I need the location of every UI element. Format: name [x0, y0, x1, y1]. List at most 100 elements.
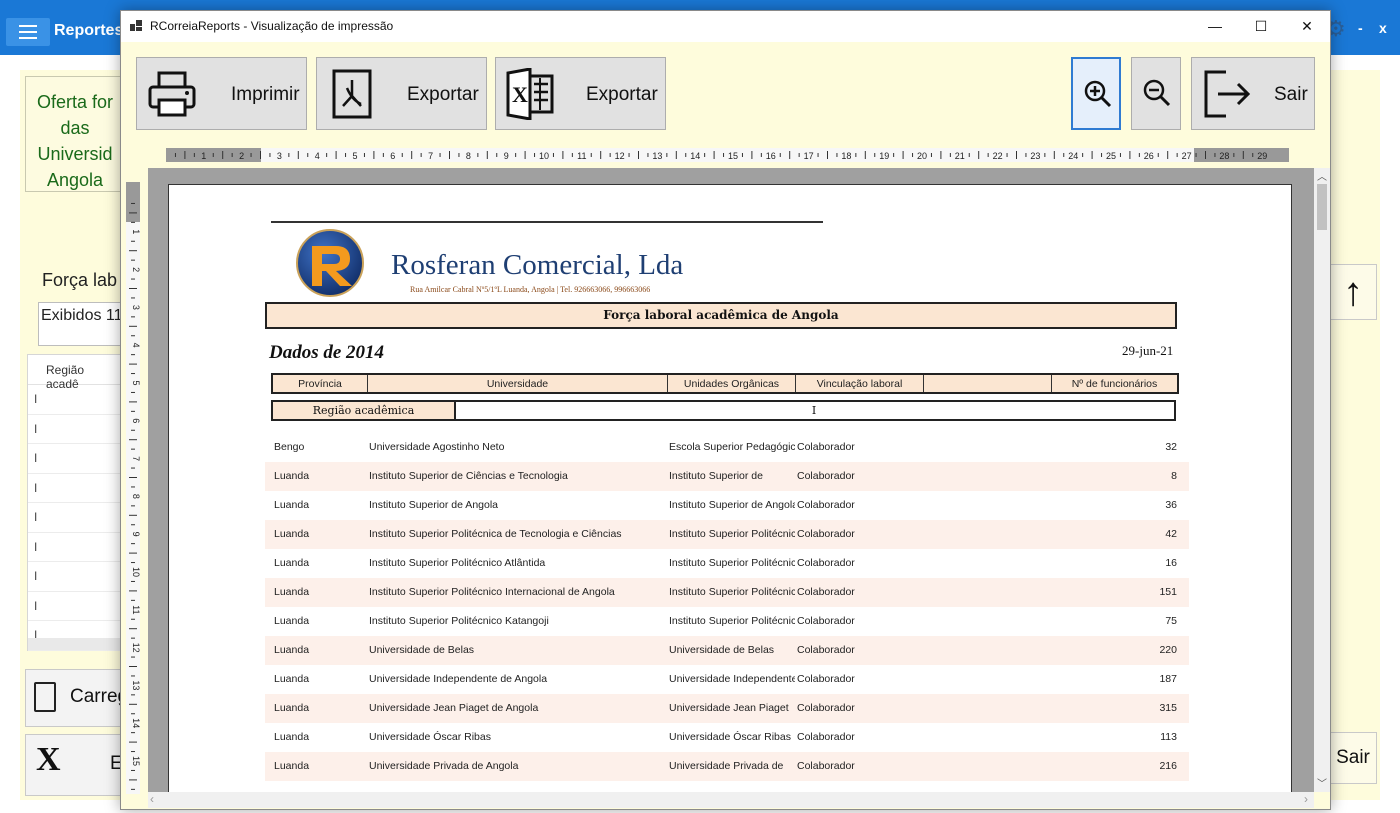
cell-provincia: Luanda — [274, 528, 310, 540]
ruler-label: 15 — [131, 756, 140, 766]
export-excel-label: Exportar — [586, 84, 658, 105]
table-header: Província Universidade Unidades Orgânica… — [271, 373, 1179, 394]
ruler-label: 26 — [1144, 151, 1154, 161]
ruler-label: 6 — [131, 418, 140, 423]
cell-vinculacao: Colaborador — [797, 586, 855, 598]
zoom-out-button[interactable] — [1131, 57, 1181, 130]
minimize-button[interactable]: — — [1192, 11, 1238, 42]
grid-row[interactable]: I — [28, 444, 128, 474]
cell-provincia: Luanda — [274, 470, 310, 482]
grid-row[interactable]: I — [28, 562, 128, 592]
exibidos-field: Exibidos 11 — [38, 302, 128, 346]
cell-unidade: Universidade Jean Piaget — [669, 702, 789, 714]
ruler-label: 20 — [917, 151, 927, 161]
scroll-right-icon[interactable]: › — [1304, 792, 1308, 806]
grid-row[interactable]: I — [28, 503, 128, 533]
ruler-label: 1 — [131, 229, 140, 234]
ruler-label: 13 — [131, 680, 140, 690]
carregar-button[interactable]: Carreg — [25, 669, 128, 727]
cell-vinculacao: Colaborador — [797, 644, 855, 656]
file-import-icon — [34, 682, 56, 712]
company-address: Rua Amilcar Cabral Nº5/1ºL Luanda, Angol… — [410, 285, 651, 294]
ruler-label: 12 — [131, 643, 140, 653]
export-pdf-button[interactable]: Exportar — [316, 57, 487, 130]
hamburger-menu-icon[interactable] — [6, 18, 50, 46]
background-close-button[interactable]: x — [1379, 20, 1387, 36]
scroll-up-icon[interactable]: ︿ — [1317, 168, 1327, 183]
pdf-icon — [332, 69, 372, 119]
grid-row[interactable]: I — [28, 592, 128, 621]
cell-funcionarios: 32 — [1165, 441, 1177, 453]
cell-unidade: Universidade Independente — [669, 673, 795, 685]
cell-universidade: Instituto Superior de Ciências e Tecnolo… — [369, 470, 568, 482]
cell-provincia: Luanda — [274, 499, 310, 511]
excel-glyph: X — [512, 82, 528, 107]
report-title: Força laboral acadêmica de Angola — [265, 302, 1177, 329]
ruler-label: 12 — [615, 151, 625, 161]
vertical-ruler: 12345678910111213141516 — [126, 182, 140, 794]
grid-row[interactable]: I — [28, 533, 128, 562]
vertical-scroll-thumb[interactable] — [1317, 184, 1327, 230]
cell-universidade: Instituto Superior de Angola — [369, 499, 499, 511]
dialog-title: RCorreiaReports - Visualização de impres… — [150, 19, 394, 33]
close-button[interactable]: ✕ — [1284, 11, 1330, 42]
report-subtitle: Dados de 2014 — [269, 342, 385, 363]
horizontal-scrollbar[interactable]: ‹ › — [148, 792, 1314, 808]
ruler-label: 9 — [504, 151, 509, 161]
cell-provincia: Bengo — [274, 441, 305, 453]
table-row: Luanda Instituto Superior Politécnico Atl… — [265, 549, 1189, 578]
exit-icon — [1204, 70, 1251, 118]
offer-line: Oferta for — [36, 92, 114, 112]
ruler-label: 22 — [993, 151, 1003, 161]
ruler-label: 11 — [577, 151, 586, 161]
background-data-grid[interactable]: Região acadê I I I I I I I I I — [27, 354, 129, 651]
zoom-in-button[interactable] — [1071, 57, 1121, 130]
dialog-titlebar[interactable]: RCorreiaReports - Visualização de impres… — [121, 11, 1330, 42]
maximize-button[interactable]: ☐ — [1238, 11, 1284, 42]
cell-universidade: Instituto Superior Politécnica de Tecnol… — [369, 528, 622, 540]
group-value: I — [811, 404, 817, 417]
forca-laboral-label: Força lab — [42, 270, 118, 290]
print-button[interactable]: Imprimir — [136, 57, 307, 130]
ruler-label: 14 — [690, 151, 700, 161]
exit-button[interactable]: Sair — [1191, 57, 1315, 130]
cell-vinculacao: Colaborador — [797, 615, 855, 627]
preview-area[interactable]: Rosferan Comercial, Lda Rua Amilcar Cabr… — [148, 168, 1316, 792]
arrow-up-icon[interactable]: ↑ — [1329, 264, 1377, 320]
cell-funcionarios: 315 — [1159, 702, 1177, 714]
cell-unidade: Instituto Superior de — [669, 470, 763, 482]
cell-unidade: Universidade de Belas — [669, 644, 775, 656]
horizontal-ruler-ticks: 1 2 3 4 5 6 7 8 9 10 11 12 13 14 15 16 17 18 19 20 21 22 23 24 2… — [174, 151, 1267, 161]
vertical-scrollbar[interactable]: ︿ ﹀ — [1314, 168, 1330, 792]
export-excel-button[interactable]: X Exportar — [495, 57, 666, 130]
grid-horizontal-scrollbar[interactable] — [28, 638, 128, 650]
cell-vinculacao: Colaborador — [797, 557, 855, 569]
background-sair-button[interactable]: Sair — [1329, 732, 1377, 784]
grid-row[interactable]: I — [28, 415, 128, 444]
ruler-label: 10 — [539, 151, 549, 161]
cell-funcionarios: 75 — [1165, 615, 1177, 627]
ruler-label: 29 — [1257, 151, 1267, 161]
scroll-down-icon[interactable]: ﹀ — [1317, 775, 1327, 790]
col-vinculacao: Vinculação laboral — [795, 375, 923, 392]
col-blank — [923, 375, 1051, 392]
ruler-label: 7 — [131, 456, 140, 461]
ruler-label: 5 — [352, 151, 357, 161]
ruler-label: 15 — [728, 151, 738, 161]
vertical-ruler-ticks: 12345678910111213141516 — [129, 202, 140, 794]
offer-line: das — [60, 118, 90, 138]
cell-vinculacao: Colaborador — [797, 702, 855, 714]
grid-column-header[interactable]: Região acadê — [28, 355, 128, 391]
table-row: Luanda Instituto Superior Politécnico Int… — [265, 578, 1189, 607]
cell-unidade: Instituto Superior Politécnico — [669, 557, 795, 569]
cell-universidade: Universidade Agostinho Neto — [369, 441, 505, 453]
ruler-label: 2 — [239, 151, 244, 161]
background-excel-button[interactable]: X E — [25, 734, 127, 796]
ruler-label: 8 — [131, 494, 140, 499]
scroll-left-icon[interactable]: ‹ — [150, 792, 154, 806]
cell-vinculacao: Colaborador — [797, 528, 855, 540]
ruler-label: 3 — [131, 305, 140, 310]
print-preview-dialog: RCorreiaReports - Visualização de impres… — [120, 10, 1331, 810]
grid-row[interactable]: I — [28, 474, 128, 503]
background-minimize-button[interactable]: - — [1358, 20, 1363, 36]
